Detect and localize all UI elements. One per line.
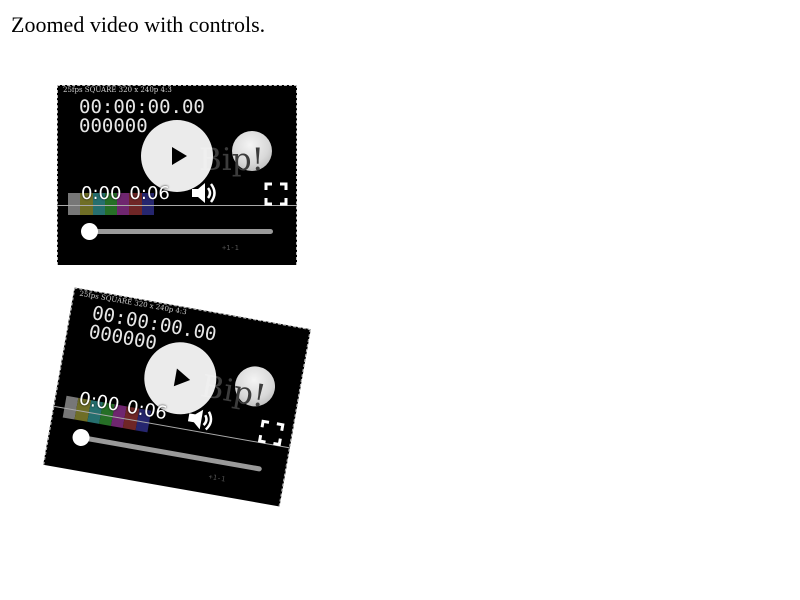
- timeline-thumb[interactable]: [81, 223, 98, 240]
- video-horizon-line: [57, 205, 297, 206]
- duration: 0:06: [129, 183, 170, 204]
- video-bottom-label: +1-1: [222, 244, 239, 252]
- fullscreen-button[interactable]: [257, 419, 285, 447]
- video-frame-count: 000000: [79, 115, 148, 137]
- timeline-track[interactable]: [83, 229, 273, 234]
- video-meta-text: 25fps SQUARE 320 x 240p 4:3: [63, 86, 172, 94]
- video-timecode: 00:00:00.00: [79, 96, 205, 118]
- video-player[interactable]: 25fps SQUARE 320 x 240p 4:3 00:00:00.00 …: [57, 85, 297, 265]
- volume-icon: [192, 183, 216, 203]
- color-bar: [68, 193, 81, 215]
- fullscreen-icon: [257, 419, 285, 447]
- current-time: 0:00: [81, 183, 122, 204]
- play-icon: [173, 368, 192, 389]
- volume-button[interactable]: [184, 403, 218, 436]
- page-caption: Zoomed video with controls.: [11, 12, 266, 37]
- fullscreen-button[interactable]: [264, 182, 288, 206]
- play-icon: [171, 147, 187, 165]
- volume-icon: [187, 409, 213, 431]
- video-player-rotated[interactable]: 25fps SQUARE 320 x 240p 4:3 00:00:00.00 …: [43, 287, 311, 507]
- volume-button[interactable]: [190, 179, 220, 207]
- fullscreen-icon: [264, 182, 288, 206]
- time-display: 0:00 0:06: [81, 183, 170, 204]
